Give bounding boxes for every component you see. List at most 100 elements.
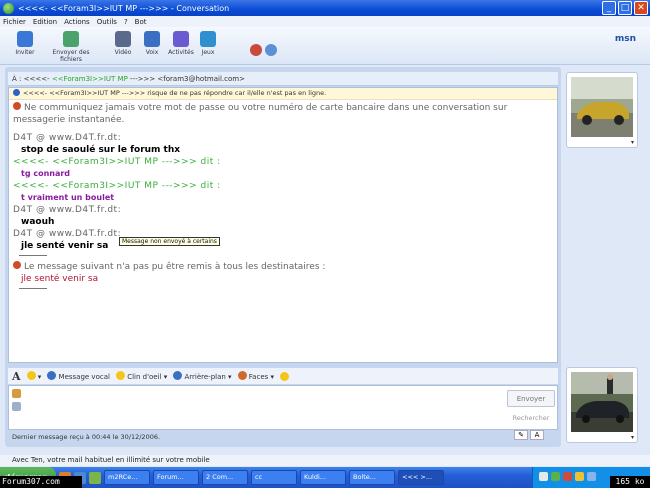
task-item-active[interactable]: <<< >... [398, 470, 444, 485]
menu-help[interactable]: ? [124, 18, 128, 26]
block-icon[interactable] [250, 44, 262, 56]
handwriting-icon[interactable] [280, 371, 290, 381]
task-item[interactable]: Bolte... [349, 470, 395, 485]
info-icon [13, 89, 20, 96]
msn-icon[interactable] [89, 471, 101, 484]
voice-clip-button[interactable]: Message vocal [47, 371, 110, 381]
games-button[interactable]: Jeux [193, 31, 223, 56]
activities-icon [173, 31, 189, 47]
ad-banner[interactable]: Avec Ten, votre mail habituel en illimit… [0, 455, 650, 466]
handwrite-icon[interactable] [12, 402, 21, 411]
menu-file[interactable]: Fichier [3, 18, 26, 26]
my-display-picture[interactable]: ▾ [566, 367, 638, 443]
message-sender: <<<<- <<Foram3I>>IUT MP --->>> dit : [13, 157, 221, 167]
warning-icon [13, 261, 21, 269]
video-button[interactable]: Vidéo [108, 31, 138, 56]
task-item[interactable]: Forum... [153, 470, 199, 485]
window-controls: _ □ ✕ [602, 1, 648, 15]
invite-icon [17, 31, 33, 47]
alert-icon[interactable] [575, 472, 584, 481]
format-toolbar: A ▾ Message vocal Clin d'oeil ▾ Arrière-… [8, 368, 558, 384]
menu-actions[interactable]: Actions [64, 18, 90, 26]
send-files-icon [63, 31, 79, 47]
activities-label: Activités [168, 49, 194, 56]
wink-icon [115, 371, 125, 380]
chevron-down-icon[interactable]: ▾ [631, 139, 634, 146]
task-item[interactable]: 2 Com... [202, 470, 248, 485]
failed-notice: Le message suivant n'a pas pu être remis… [13, 261, 553, 273]
to-prefix: À : <<<<- [12, 75, 52, 83]
watermark: Forum307.com [0, 476, 82, 488]
failed-message-text: jle senté venir sa [21, 274, 99, 284]
send-files-button[interactable]: Envoyer des fichiers [44, 31, 98, 63]
invite-button[interactable]: Inviter [10, 31, 40, 56]
network-icon[interactable] [539, 472, 548, 481]
offline-info-text: <<<<- <<Foram3I>>IUT MP --->>> risque de… [23, 89, 327, 97]
close-button[interactable]: ✕ [634, 1, 648, 15]
minimize-button[interactable]: _ [602, 1, 616, 15]
invite-label: Inviter [15, 49, 35, 56]
send-files-label: Envoyer des fichiers [52, 49, 90, 63]
smiley-icon [26, 371, 36, 380]
voice-button[interactable]: Voix [137, 31, 167, 56]
message-input[interactable] [8, 385, 558, 430]
msn-tray-icon[interactable] [551, 472, 560, 481]
message-text: t vraiment un boulet [21, 193, 115, 202]
games-label: Jeux [201, 49, 215, 56]
task-item[interactable]: m2RCe... [104, 470, 150, 485]
menu-bot[interactable]: Bot [135, 18, 147, 26]
menu-edit[interactable]: Edition [33, 18, 57, 26]
contact-card-icon[interactable] [265, 44, 277, 56]
maximize-button[interactable]: □ [618, 1, 632, 15]
handwriting-tab-icon[interactable]: ✎ [514, 430, 528, 440]
to-suffix: --->>> <foram3@hotmail.com> [127, 75, 245, 83]
voice-label: Voix [145, 49, 159, 56]
msn-logo: msn [614, 34, 636, 44]
emoticon-button[interactable]: ▾ [26, 371, 41, 381]
menu-bar: Fichier Edition Actions Outils ? Bot [0, 16, 650, 27]
security-warning: Ne communiquez jamais votre mot de passe… [13, 102, 553, 126]
to-bar: À : <<<<- <<Foram3I>>IUT MP --->>> <fora… [8, 72, 558, 86]
wink-button[interactable]: Clin d'oeil ▾ [115, 371, 167, 381]
divider [19, 255, 47, 256]
to-nick: <<Foram3I>>IUT MP [51, 75, 128, 83]
webcam-icon [115, 31, 131, 47]
menu-tools[interactable]: Outils [97, 18, 117, 26]
text-tab-icon[interactable]: A [530, 430, 544, 440]
message-text: jle senté venir sa [21, 241, 109, 251]
security-warning-text: Ne communiquez jamais votre mot de passe… [13, 103, 508, 125]
background-icon [173, 371, 183, 380]
failed-notice-text: Le message suivant n'a pas pu être remis… [24, 262, 326, 272]
message-text: tg connard [21, 169, 71, 178]
chevron-down-icon[interactable]: ▾ [631, 434, 634, 441]
conversation-history[interactable]: <<<<- <<Foram3I>>IUT MP --->>> risque de… [8, 87, 558, 363]
background-button[interactable]: Arrière-plan ▾ [173, 371, 232, 381]
send-button[interactable]: Envoyer [507, 390, 555, 407]
download-speed: 165 ko [610, 476, 650, 488]
nudge-label: Faces [248, 373, 269, 381]
volume-icon[interactable] [587, 472, 596, 481]
message-sender: <<<<- <<Foram3I>>IUT MP --->>> dit : [13, 181, 221, 191]
car-photo-icon [571, 77, 633, 137]
font-button[interactable]: A [12, 370, 21, 383]
background-label: Arrière-plan [184, 373, 226, 381]
offline-info-strip: <<<<- <<Foram3I>>IUT MP --->>> risque de… [9, 88, 557, 100]
voice-clip-label: Message vocal [58, 373, 110, 381]
message-sender: D4T @ www.D4T.fr.dt: [13, 205, 122, 215]
contact-display-picture[interactable]: ▾ [566, 72, 638, 148]
tools-icon[interactable] [12, 389, 21, 398]
search-button[interactable]: Rechercher [507, 411, 555, 426]
antivirus-icon[interactable] [563, 472, 572, 481]
toolbar: Inviter Envoyer des fichiers Vidéo Voix … [0, 27, 650, 65]
message-sender: D4T @ www.D4T.fr.dt: [13, 133, 122, 143]
task-item[interactable]: cc [251, 470, 297, 485]
video-label: Vidéo [114, 49, 132, 56]
divider [19, 288, 47, 289]
title-bar: <<<<- <<Foram3I>>IUT MP --->>> - Convers… [0, 0, 650, 16]
task-item[interactable]: Kuldi... [300, 470, 346, 485]
nudge-button[interactable]: Faces ▾ [237, 371, 274, 381]
voice-clip-icon [47, 371, 57, 380]
nudge-icon [237, 371, 247, 380]
display-pictures-panel: ▾ ▾ [562, 67, 642, 447]
msn-app-icon [3, 2, 14, 14]
